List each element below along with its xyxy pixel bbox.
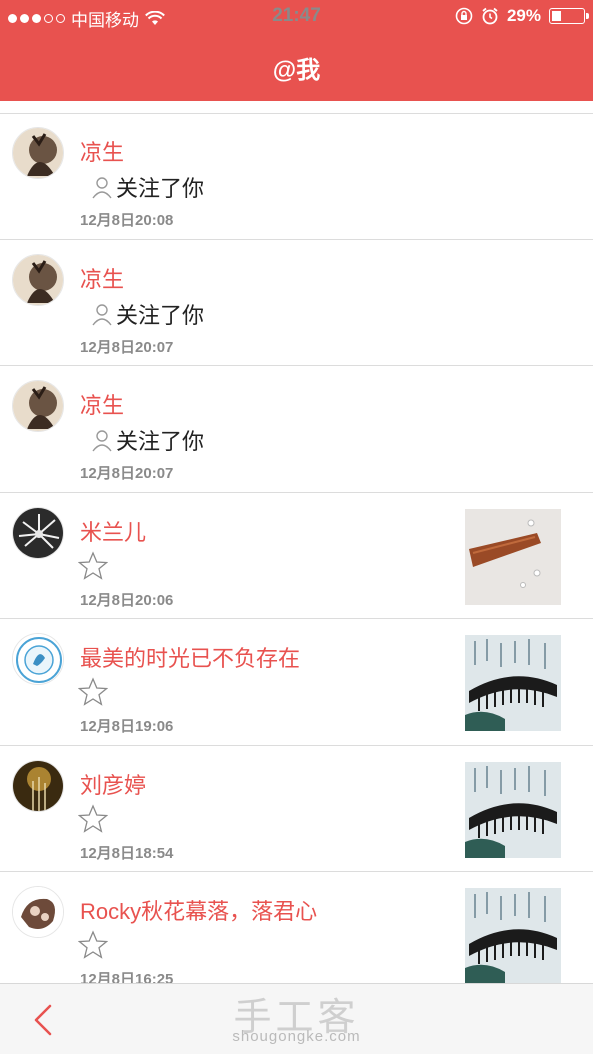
notification-time: 12月8日20:07 (80, 338, 174, 356)
notification-time: 12月8日20:07 (80, 465, 174, 482)
avatar[interactable] (12, 886, 64, 938)
star-icon (78, 550, 108, 580)
post-thumbnail[interactable] (465, 761, 561, 858)
list-item[interactable]: 最美的时光已不负存在 12月8日19:06 (0, 619, 593, 746)
star-icon (78, 930, 108, 959)
status-right: 29% (455, 6, 589, 26)
notification-time: 12月8日18:54 (80, 844, 174, 862)
list-item[interactable]: 凉生 关注了你 12月8日20:07 (0, 240, 593, 366)
user-icon (92, 303, 112, 325)
action-text: 关注了你 (116, 302, 205, 328)
avatar[interactable] (12, 633, 64, 685)
notification-time: 12月8日19:06 (80, 718, 174, 735)
action-text: 关注了你 (116, 176, 205, 201)
follow-action: 关注了你 (90, 424, 204, 456)
notification-time: 12月8日20:08 (80, 212, 174, 229)
post-thumbnail[interactable] (465, 635, 561, 731)
avatar[interactable] (12, 506, 64, 559)
user-name[interactable]: 凉生 (80, 388, 124, 420)
user-icon (92, 430, 112, 452)
top-bar: 中国移动 21:47 29% @我 (0, 0, 593, 101)
list-item[interactable]: 刘彦婷 12月8日18:54 (0, 746, 593, 872)
list-item[interactable]: 凉生 关注了你 12月8日20:07 (0, 366, 593, 493)
avatar[interactable] (12, 127, 64, 179)
battery-icon (549, 8, 589, 24)
rotation-lock-icon (455, 7, 473, 25)
watermark-url: shougongke.com (232, 1028, 361, 1045)
user-name[interactable]: Rocky秋花幕落，落君心 (80, 894, 317, 926)
post-thumbnail[interactable] (465, 508, 561, 605)
user-name[interactable]: 凉生 (80, 135, 124, 167)
list-item[interactable]: 米兰儿 12月8日20:06 (0, 493, 593, 619)
status-bar: 中国移动 21:47 29% (0, 0, 593, 34)
notification-time: 12月8日20:06 (80, 591, 174, 609)
avatar[interactable] (12, 253, 64, 306)
battery-percent: 29% (506, 6, 541, 25)
alarm-icon (482, 7, 498, 25)
star-icon (78, 677, 108, 706)
list-item[interactable]: Rocky秋花幕落，落君心 12月8日16:25 (0, 872, 593, 999)
follow-action: 关注了你 (90, 171, 204, 203)
avatar[interactable] (12, 380, 64, 432)
user-name[interactable]: 刘彦婷 (80, 768, 146, 800)
notification-list: 凉生 关注了你 12月8日20:08 凉生 关注了你 12月8日20:07 凉生… (0, 113, 593, 999)
list-item[interactable]: 凉生 关注了你 12月8日20:08 (0, 113, 593, 240)
follow-action: 关注了你 (90, 298, 204, 330)
user-name[interactable]: 最美的时光已不负存在 (80, 641, 300, 673)
user-name[interactable]: 凉生 (80, 262, 124, 294)
action-text: 关注了你 (116, 429, 205, 454)
star-icon (78, 803, 108, 833)
avatar[interactable] (12, 759, 64, 812)
user-icon (92, 177, 112, 199)
page-title: @我 (272, 57, 321, 84)
bottom-bar: 手工客 shougongke.com (0, 983, 593, 1054)
post-thumbnail[interactable] (465, 888, 561, 984)
user-name[interactable]: 米兰儿 (80, 515, 146, 547)
